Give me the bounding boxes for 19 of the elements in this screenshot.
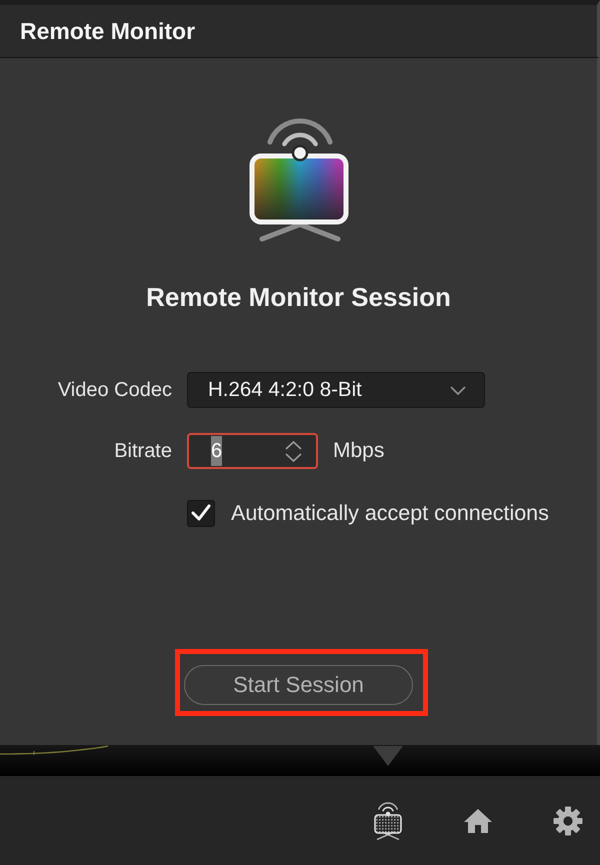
unit-label: Mbps <box>333 438 384 464</box>
toolbar-button[interactable] <box>463 808 493 834</box>
checkbox[interactable] <box>187 500 215 527</box>
start-session-button[interactable]: Start Session <box>184 665 413 705</box>
checkbox-label: Automatically accept connections <box>231 500 549 527</box>
toolbar-button[interactable] <box>553 806 583 836</box>
codec-dropdown[interactable]: H.264 4:2:0 8-Bit <box>187 372 485 408</box>
monitor-signal-icon <box>248 116 350 242</box>
session-heading: Remote Monitor Session <box>146 282 451 312</box>
monitor-signal-icon <box>373 800 403 840</box>
chevron-down-icon <box>450 386 466 394</box>
chevron-down-icon[interactable] <box>285 452 302 462</box>
settings-icon <box>553 806 583 836</box>
field-label: Bitrate <box>113 439 172 464</box>
chevron-up-icon[interactable] <box>285 440 302 450</box>
field-label: Video Codec <box>56 378 172 403</box>
panel-title: Remote Monitor <box>20 18 196 44</box>
home-icon <box>463 808 493 834</box>
bitrate-field[interactable]: 6 <box>187 433 318 469</box>
